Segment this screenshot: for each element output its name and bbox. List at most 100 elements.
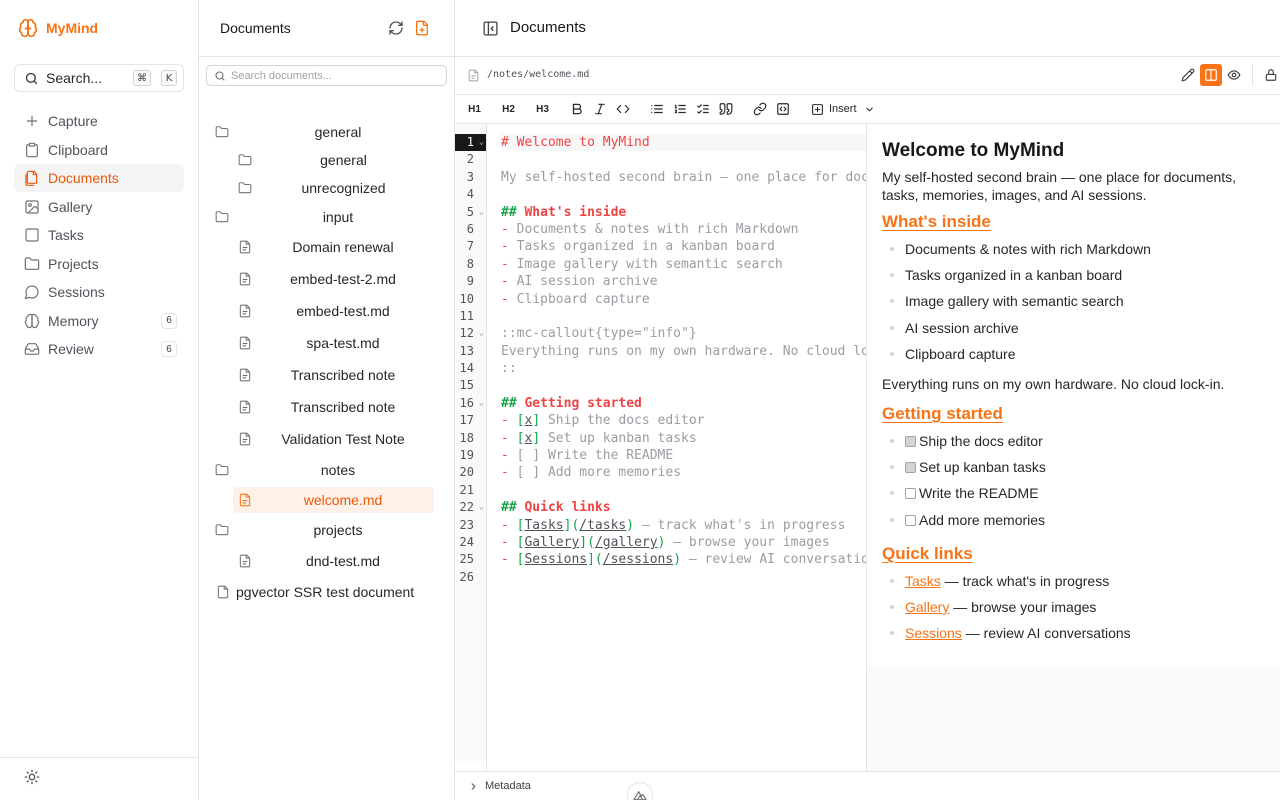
- line-number: 4: [466, 187, 474, 202]
- sidebar-item-projects[interactable]: Projects: [14, 250, 184, 278]
- document-path: /notes/welcome.md: [487, 69, 590, 80]
- tree-file[interactable]: welcome.md: [233, 487, 434, 513]
- preview-link[interactable]: Sessions: [905, 625, 962, 641]
- link-button[interactable]: [748, 98, 771, 120]
- preview-link-list: Tasks — track what's in progress Gallery …: [882, 572, 1266, 651]
- sidebar-item-capture[interactable]: Capture: [14, 107, 184, 135]
- file-text-icon: [238, 304, 252, 318]
- link-description: — track what's in progress: [940, 572, 1110, 589]
- sidebar-item-tasks[interactable]: Tasks: [14, 221, 184, 249]
- sidebar-item-review[interactable]: Review 6: [14, 335, 184, 363]
- task-checkbox[interactable]: [905, 514, 916, 526]
- tree-file[interactable]: Transcribed note: [233, 394, 434, 420]
- sidebar-item-sessions[interactable]: Sessions: [14, 278, 184, 306]
- markdown-editor[interactable]: 1 ⌄ 2 3 4 5 ⌄ 6 7 8 9 10 11 12 ⌄ 13 14 15 16 ⌄ 17 18 19 20 21 22 ⌄…: [455, 124, 867, 771]
- panel-left-icon[interactable]: [482, 20, 499, 37]
- line-number: 26: [459, 569, 474, 584]
- preview-section-heading: Getting started: [882, 403, 1003, 423]
- chevron-down-icon: [864, 104, 875, 115]
- insert-dropdown-button[interactable]: Insert: [811, 103, 875, 116]
- document-search-input[interactable]: [231, 69, 441, 82]
- tree-folder[interactable]: unrecognized: [238, 175, 435, 201]
- heading2-button[interactable]: H2: [497, 98, 520, 120]
- line-number: 8: [466, 256, 474, 271]
- file-text-icon: [238, 240, 252, 254]
- heading1-button[interactable]: H1: [463, 98, 486, 120]
- fold-chevron-icon[interactable]: ⌄: [477, 499, 486, 516]
- tree-file[interactable]: Transcribed note: [233, 362, 434, 388]
- lock-button[interactable]: [1260, 64, 1280, 86]
- code-line: ​: [501, 482, 866, 499]
- edit-mode-button[interactable]: [1177, 64, 1199, 86]
- task-checkbox[interactable]: [905, 435, 916, 447]
- sidebar-item-documents[interactable]: Documents: [14, 164, 184, 192]
- tree-folder[interactable]: projects: [215, 517, 447, 543]
- code-line: - [ ] Write the README: [501, 448, 674, 464]
- task-checkbox[interactable]: [905, 462, 916, 474]
- folder-icon: [215, 523, 229, 537]
- preview-mode-button[interactable]: [1223, 64, 1245, 86]
- tree-item-label: Transcribed note: [290, 399, 396, 415]
- folder-icon: [238, 181, 252, 195]
- main-area: Documents /notes/welcome.md H1 H2 H3 Ins…: [455, 0, 1280, 800]
- preview-link[interactable]: Gallery: [905, 599, 949, 615]
- sidebar-item-label: Clipboard: [48, 141, 108, 158]
- line-number: 11: [459, 308, 474, 323]
- fold-chevron-icon[interactable]: ⌄: [477, 204, 486, 221]
- preview-link[interactable]: Tasks: [905, 573, 941, 589]
- tree-file[interactable]: Validation Test Note: [233, 426, 434, 452]
- line-number-gutter: 1 ⌄ 2 3 4 5 ⌄ 6 7 8 9 10 11 12 ⌄ 13 14 15 16 ⌄ 17 18 19 20 21 22 ⌄…: [455, 134, 487, 771]
- task-checkbox[interactable]: [905, 488, 916, 500]
- code-button[interactable]: [611, 98, 634, 120]
- sidebar-item-clipboard[interactable]: Clipboard: [14, 136, 184, 164]
- code-block-button[interactable]: [771, 98, 794, 120]
- document-search-field[interactable]: [206, 65, 447, 86]
- line-number: 15: [459, 378, 474, 393]
- fold-chevron-icon[interactable]: ⌄: [477, 325, 486, 342]
- mountain-logo-icon[interactable]: [627, 782, 653, 800]
- file-text-icon: [216, 585, 230, 599]
- task-label: Ship the docs editor: [919, 432, 1043, 449]
- tree-folder[interactable]: general: [238, 147, 435, 173]
- preview-section-heading: What's inside: [882, 212, 991, 231]
- tree-folder[interactable]: notes: [215, 457, 447, 483]
- brand[interactable]: MyMind: [18, 17, 98, 39]
- tree-folder[interactable]: input: [215, 204, 447, 230]
- checkbox-icon: [24, 227, 40, 243]
- sun-icon[interactable]: [24, 769, 40, 785]
- bold-button[interactable]: [565, 98, 588, 120]
- line-number: 25: [459, 552, 474, 567]
- shortcut-k-key: K: [161, 70, 177, 86]
- plus-icon: [24, 113, 40, 129]
- tree-file[interactable]: embed-test-2.md: [233, 266, 434, 292]
- tree-file[interactable]: pgvector SSR test document: [216, 579, 448, 605]
- line-number: 13: [459, 343, 474, 358]
- ordered-list-button[interactable]: [668, 98, 691, 120]
- bullet-list-button[interactable]: [645, 98, 668, 120]
- refresh-icon[interactable]: [388, 20, 404, 36]
- markdown-preview: Welcome to MyMind My self-hosted second …: [868, 124, 1280, 771]
- sidebar-item-memory[interactable]: Memory 6: [14, 307, 184, 335]
- insert-label: Insert: [829, 103, 857, 115]
- global-search-button[interactable]: Search... ⌘ K: [14, 64, 184, 92]
- italic-button[interactable]: [588, 98, 611, 120]
- new-document-icon[interactable]: [414, 20, 430, 36]
- code-line: - Documents & notes with rich Markdown: [501, 221, 799, 237]
- task-list-button[interactable]: [691, 98, 714, 120]
- split-mode-button[interactable]: [1200, 64, 1222, 86]
- fold-chevron-icon[interactable]: ⌄: [477, 134, 486, 151]
- tree-file[interactable]: embed-test.md: [233, 298, 434, 324]
- quote-button[interactable]: [714, 98, 737, 120]
- tree-file[interactable]: Domain renewal: [233, 234, 434, 260]
- link-description: — browse your images: [949, 598, 1097, 615]
- sidebar-item-gallery[interactable]: Gallery: [14, 193, 184, 221]
- tree-item-label: general: [314, 124, 362, 140]
- tree-file[interactable]: spa-test.md: [233, 330, 434, 356]
- metadata-bar[interactable]: Metadata: [455, 771, 1280, 800]
- line-number: 20: [459, 465, 474, 480]
- code-content[interactable]: # Welcome to MyMind​My self-hosted secon…: [501, 134, 866, 586]
- tree-folder[interactable]: general: [215, 119, 447, 145]
- tree-file[interactable]: dnd-test.md: [233, 548, 434, 574]
- heading3-button[interactable]: H3: [531, 98, 554, 120]
- fold-chevron-icon[interactable]: ⌄: [477, 395, 486, 412]
